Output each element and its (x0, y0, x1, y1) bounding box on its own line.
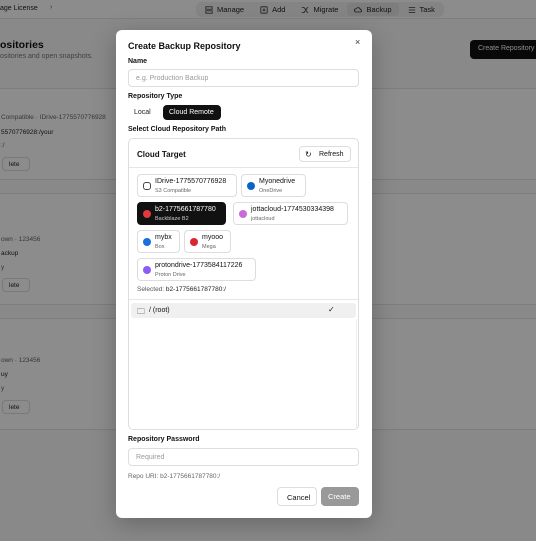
create-backup-repository-dialog: Create Backup Repository × Name e.g. Pro… (116, 30, 372, 518)
remote-protondrive[interactable]: protondrive-1773584117226 Proton Drive (137, 258, 256, 281)
remote-type: Mega (202, 244, 216, 250)
divider (129, 167, 358, 168)
remote-type: Backblaze B2 (155, 216, 189, 222)
remote-name: b2-1775661787780 (155, 206, 216, 213)
create-button[interactable]: Create (321, 487, 359, 506)
remote-name: Myonedrive (259, 178, 296, 185)
remote-type: jottacloud (251, 216, 275, 222)
backblaze-icon (143, 210, 151, 218)
close-icon[interactable]: × (355, 37, 360, 47)
remote-type: OneDrive (259, 188, 283, 194)
password-label: Repository Password (128, 436, 200, 443)
refresh-label: Refresh (319, 151, 344, 158)
remote-idrive[interactable]: IDrive-1775570776928 S3 Compatible (137, 174, 237, 197)
remote-jottacloud[interactable]: jottacloud-1774530334398 jottacloud (233, 202, 348, 225)
selected-path: Selected: b2-1775661787780:/ (137, 286, 226, 293)
refresh-icon: ↻ (305, 150, 312, 159)
remote-type: S3 Compatible (155, 188, 192, 194)
remote-mybx[interactable]: mybx Box (137, 230, 180, 253)
check-icon: ✓ (328, 305, 335, 314)
type-cloud-remote-button[interactable]: Cloud Remote (163, 105, 221, 120)
path-label: / (root) (149, 307, 170, 314)
password-input[interactable]: Required (128, 448, 359, 466)
remote-myooo[interactable]: myooo Mega (184, 230, 231, 253)
selected-prefix: Selected: (137, 286, 165, 293)
divider (129, 299, 358, 300)
scrollbar[interactable] (356, 319, 357, 429)
remote-name: mybx (155, 234, 172, 241)
name-label: Name (128, 58, 148, 65)
repo-uri: Repo URI: b2-1775661787780:/ (128, 473, 221, 480)
jottacloud-icon (239, 210, 247, 218)
remote-name: jottacloud-1774530334398 (251, 206, 334, 213)
path-row-root[interactable]: 🗀 / (root) ✓ (131, 303, 356, 318)
repository-type-label: Repository Type (128, 93, 183, 100)
dialog-title: Create Backup Repository (128, 41, 241, 51)
refresh-button[interactable]: ↻ Refresh (299, 146, 351, 162)
proton-icon (143, 266, 151, 274)
name-input[interactable]: e.g. Production Backup (128, 69, 359, 87)
onedrive-icon (247, 182, 255, 190)
box-icon (143, 238, 151, 246)
remote-name: protondrive-1773584117226 (155, 262, 243, 269)
selected-value: b2-1775661787780:/ (165, 286, 226, 293)
cloud-path-label: Select Cloud Repository Path (128, 126, 227, 133)
cancel-button[interactable]: Cancel (277, 487, 317, 506)
type-local-button[interactable]: Local (128, 106, 159, 120)
remote-myonedrive[interactable]: Myonedrive OneDrive (241, 174, 306, 197)
cloud-target-title: Cloud Target (137, 150, 186, 159)
remote-b2[interactable]: b2-1775661787780 Backblaze B2 (137, 202, 226, 225)
remote-name: myooo (202, 234, 224, 241)
cloud-icon (143, 182, 151, 190)
remote-type: Box (155, 244, 165, 250)
folder-icon: 🗀 (137, 307, 145, 316)
cloud-target-panel: Cloud Target ↻ Refresh IDrive-1775570776… (128, 138, 359, 430)
remote-type: Proton Drive (155, 272, 186, 278)
mega-icon (190, 238, 198, 246)
remote-name: IDrive-1775570776928 (155, 178, 227, 185)
